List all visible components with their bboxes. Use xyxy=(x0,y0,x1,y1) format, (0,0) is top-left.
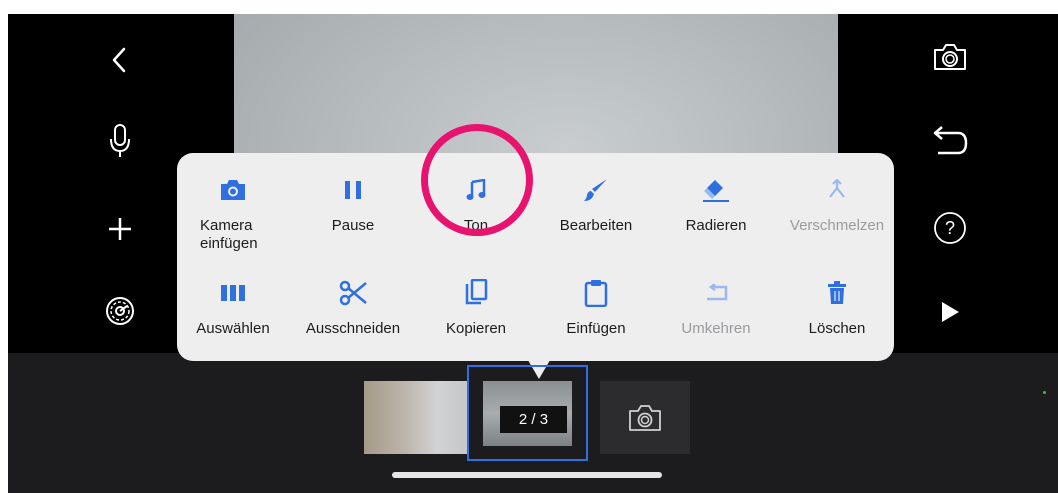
menu-item-kopieren[interactable]: Kopieren xyxy=(417,276,535,338)
trash-icon xyxy=(828,281,846,304)
camera-icon xyxy=(221,180,245,200)
help-button[interactable]: ? xyxy=(930,208,970,248)
menu-item-label: Radieren xyxy=(685,217,747,234)
play-icon xyxy=(942,302,959,322)
add-frame-camera-button[interactable] xyxy=(600,381,690,454)
menu-item-radieren[interactable]: Radieren xyxy=(657,173,775,235)
help-icon: ? xyxy=(934,212,966,244)
camera-icon xyxy=(934,44,966,70)
highlight-ring xyxy=(421,124,533,236)
add-button[interactable] xyxy=(100,209,140,249)
brush-icon xyxy=(584,179,607,201)
frame-thumbnail-1[interactable] xyxy=(364,381,469,454)
settings-icon xyxy=(106,297,134,325)
menu-item-pause[interactable]: Pause xyxy=(294,173,412,235)
undo-button[interactable] xyxy=(928,122,972,162)
menu-item-kamera-einfuegen[interactable]: Kamera einfügen xyxy=(174,173,292,253)
chevron-left-icon xyxy=(112,47,126,73)
menu-item-auswaehlen[interactable]: Auswählen xyxy=(174,276,292,338)
menu-item-label: Ausschneiden xyxy=(305,320,401,337)
play-button[interactable] xyxy=(932,294,968,330)
frame-counter: 2 / 3 xyxy=(500,406,567,433)
menu-item-label: Auswählen xyxy=(196,320,270,337)
camera-button[interactable] xyxy=(930,38,970,76)
menu-item-bearbeiten[interactable]: Bearbeiten xyxy=(537,173,655,235)
menu-item-label: Umkehren xyxy=(681,320,751,337)
menu-item-label: Verschmelzen xyxy=(789,217,885,234)
copy-icon xyxy=(465,279,488,305)
menu-item-loeschen[interactable]: Löschen xyxy=(778,276,896,338)
menu-item-ausschneiden[interactable]: Ausschneiden xyxy=(294,276,412,338)
menu-item-label: Bearbeiten xyxy=(559,217,633,234)
menu-item-label: Löschen xyxy=(808,320,866,337)
scissors-icon xyxy=(339,280,367,306)
menu-item-label: Einfügen xyxy=(566,320,626,337)
menu-item-umkehren[interactable]: Umkehren xyxy=(657,276,775,338)
reverse-icon xyxy=(707,284,728,301)
eraser-icon xyxy=(703,180,729,202)
undo-icon xyxy=(933,126,968,155)
paste-icon xyxy=(584,280,608,307)
menu-item-verschmelzen[interactable]: Verschmelzen xyxy=(778,173,896,235)
menu-item-label: Pause xyxy=(331,217,375,234)
back-button[interactable] xyxy=(100,40,140,80)
microphone-button[interactable] xyxy=(100,120,140,162)
microphone-icon xyxy=(110,124,130,157)
status-dot xyxy=(1043,391,1046,394)
settings-button[interactable] xyxy=(100,291,140,331)
menu-item-label: Kamera einfügen xyxy=(200,217,258,252)
pause-icon xyxy=(345,181,361,199)
plus-icon xyxy=(109,218,131,240)
menu-item-einfuegen[interactable]: Einfügen xyxy=(537,276,655,338)
menu-item-label: Kopieren xyxy=(445,320,507,337)
help-label: ? xyxy=(945,218,955,238)
home-indicator xyxy=(392,472,662,478)
select-icon xyxy=(221,285,245,301)
merge-icon xyxy=(829,179,845,198)
camera-icon xyxy=(629,404,661,431)
